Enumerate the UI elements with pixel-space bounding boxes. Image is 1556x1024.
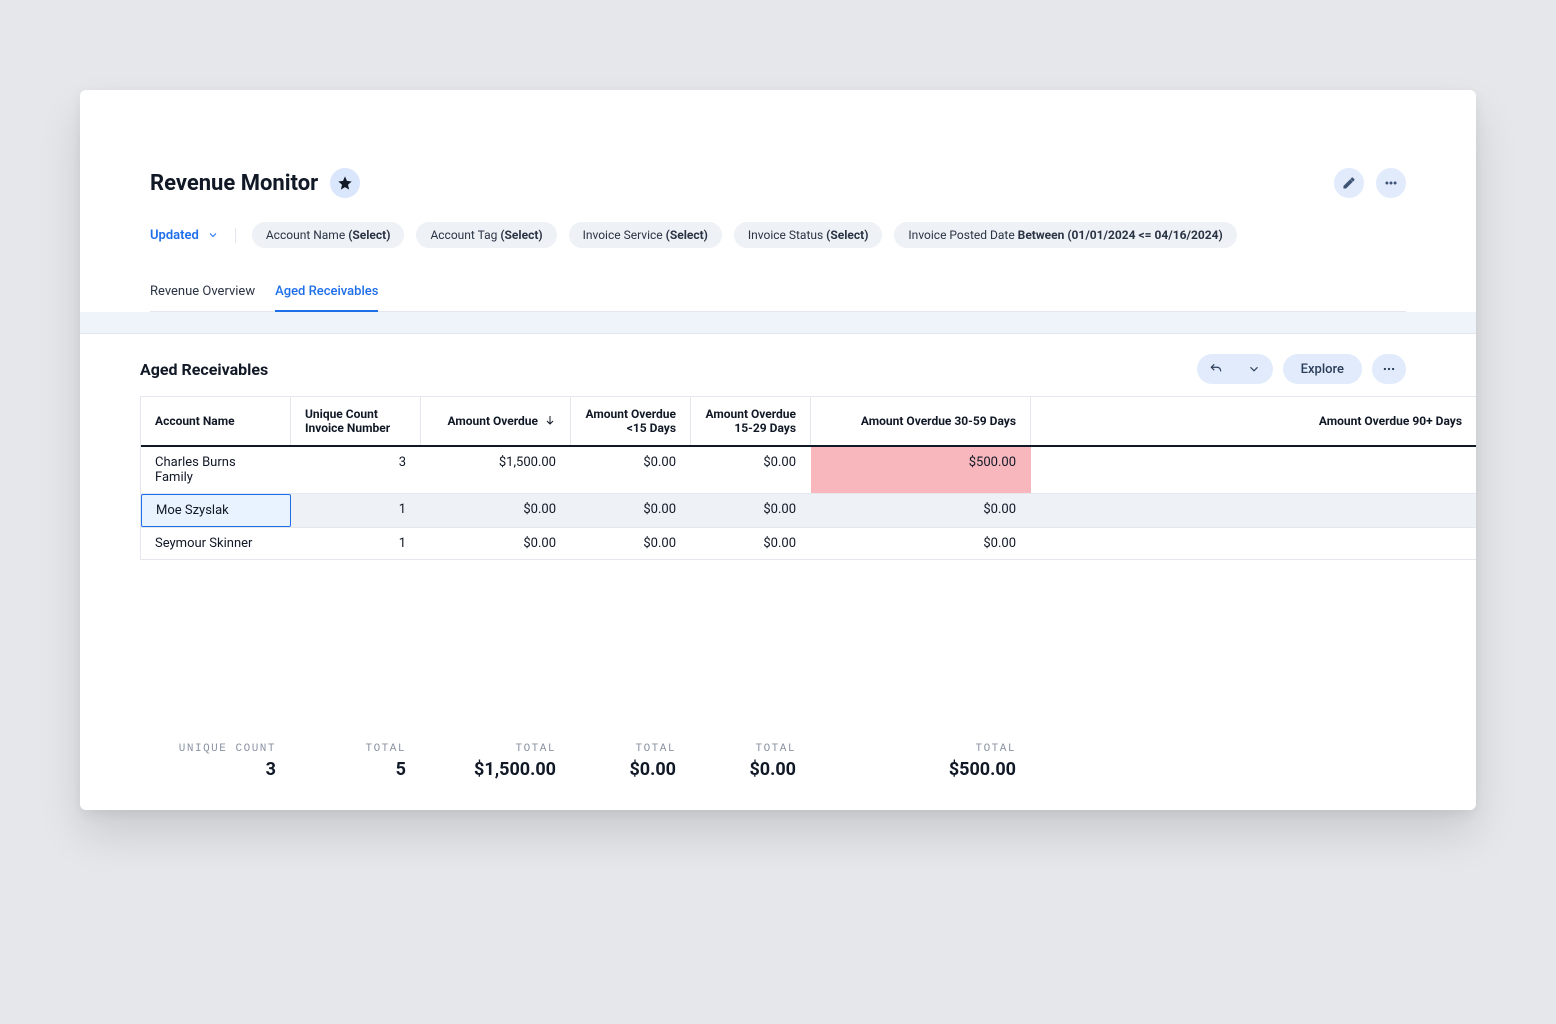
cell-15-29: $0.00 <box>691 528 811 559</box>
cell-overdue: $0.00 <box>421 528 571 559</box>
col-amount-overdue[interactable]: Amount Overdue <box>421 397 571 445</box>
cell-unique: 1 <box>291 528 421 559</box>
total-label: TOTAL <box>704 743 796 755</box>
filter-chip-account-name[interactable]: Account Name (Select) <box>252 222 405 248</box>
cell-account-name: Seymour Skinner <box>141 528 291 559</box>
col-account-name[interactable]: Account Name <box>141 397 291 445</box>
total-lt15: $0.00 <box>584 759 676 780</box>
cell-15-29: $0.00 <box>691 494 811 527</box>
total-count: 5 <box>304 759 406 780</box>
table-row[interactable]: Moe Szyslak 1 $0.00 $0.00 $0.00 $0.00 <box>141 494 1476 528</box>
filter-chip-invoice-status[interactable]: Invoice Status (Select) <box>734 222 883 248</box>
total-unique: 3 <box>154 759 276 780</box>
updated-dropdown[interactable]: Updated <box>150 228 236 243</box>
updated-label: Updated <box>150 228 199 243</box>
favorite-button[interactable] <box>330 168 360 198</box>
more-icon <box>1384 176 1398 190</box>
cell-lt15: $0.00 <box>571 447 691 493</box>
undo-button[interactable] <box>1197 354 1235 384</box>
table-row[interactable]: Seymour Skinner 1 $0.00 $0.00 $0.00 $0.0… <box>141 528 1476 560</box>
cell-unique: 3 <box>291 447 421 493</box>
cell-lt15: $0.00 <box>571 494 691 527</box>
cell-unique: 1 <box>291 494 421 527</box>
filter-bar: Updated Account Name (Select) Account Ta… <box>150 222 1406 248</box>
cell-30-59: $0.00 <box>811 494 1031 527</box>
totals-row: UNIQUE COUNT 3 TOTAL 5 TOTAL $1,500.00 T… <box>80 725 1476 810</box>
sort-desc-icon <box>544 414 556 429</box>
cell-overdue: $1,500.00 <box>421 447 571 493</box>
undo-dropdown[interactable] <box>1197 354 1273 384</box>
aged-receivables-table: Account Name Unique Count Invoice Number… <box>140 396 1476 560</box>
star-icon <box>337 175 353 191</box>
cell-90 <box>1031 447 1476 493</box>
col-unique-count[interactable]: Unique Count Invoice Number <box>291 397 421 445</box>
filter-chip-invoice-posted-date[interactable]: Invoice Posted Date Between (01/01/2024 … <box>894 222 1236 248</box>
table-row[interactable]: Charles Burns Family 3 $1,500.00 $0.00 $… <box>141 447 1476 494</box>
cell-lt15: $0.00 <box>571 528 691 559</box>
total-label: TOTAL <box>584 743 676 755</box>
undo-icon <box>1209 362 1223 376</box>
more-icon <box>1382 362 1396 376</box>
edit-button[interactable] <box>1334 168 1364 198</box>
col-overdue-lt15[interactable]: Amount Overdue <15 Days <box>571 397 691 445</box>
total-label: TOTAL <box>304 743 406 755</box>
total-label: TOTAL <box>824 743 1016 755</box>
tab-aged-receivables[interactable]: Aged Receivables <box>275 276 378 311</box>
report-panel: Revenue Monitor Updated Account Nam <box>80 90 1476 810</box>
cell-account-name: Moe Szyslak <box>141 494 291 527</box>
cell-30-59: $500.00 <box>811 447 1031 493</box>
cell-15-29: $0.00 <box>691 447 811 493</box>
total-label-unique: UNIQUE COUNT <box>154 743 276 755</box>
total-15-29: $0.00 <box>704 759 796 780</box>
cell-30-59: $0.00 <box>811 528 1031 559</box>
cell-overdue: $0.00 <box>421 494 571 527</box>
cell-90 <box>1031 494 1476 527</box>
filter-chip-invoice-service[interactable]: Invoice Service (Select) <box>569 222 722 248</box>
col-overdue-90[interactable]: Amount Overdue 90+ Days <box>1031 397 1476 445</box>
col-overdue-30-59[interactable]: Amount Overdue 30-59 Days <box>811 397 1031 445</box>
filter-chip-account-tag[interactable]: Account Tag (Select) <box>416 222 556 248</box>
cell-account-name: Charles Burns Family <box>141 447 291 493</box>
page-title: Revenue Monitor <box>150 171 318 196</box>
chevron-down-icon <box>1247 362 1261 376</box>
chevron-down-icon <box>207 229 219 241</box>
col-overdue-15-29[interactable]: Amount Overdue 15-29 Days <box>691 397 811 445</box>
tab-band <box>80 312 1476 334</box>
total-30-59: $500.00 <box>824 759 1016 780</box>
cell-90 <box>1031 528 1476 559</box>
section-title: Aged Receivables <box>140 360 268 379</box>
total-overdue: $1,500.00 <box>434 759 556 780</box>
tab-revenue-overview[interactable]: Revenue Overview <box>150 276 255 311</box>
explore-button[interactable]: Explore <box>1283 354 1362 384</box>
section-more-button[interactable] <box>1372 354 1406 384</box>
more-actions-button[interactable] <box>1376 168 1406 198</box>
total-label: TOTAL <box>434 743 556 755</box>
tabs: Revenue Overview Aged Receivables <box>150 276 1406 312</box>
table-header: Account Name Unique Count Invoice Number… <box>141 397 1476 447</box>
undo-menu-button[interactable] <box>1235 354 1273 384</box>
pencil-icon <box>1342 176 1356 190</box>
panel-header: Revenue Monitor Updated Account Nam <box>80 90 1476 334</box>
